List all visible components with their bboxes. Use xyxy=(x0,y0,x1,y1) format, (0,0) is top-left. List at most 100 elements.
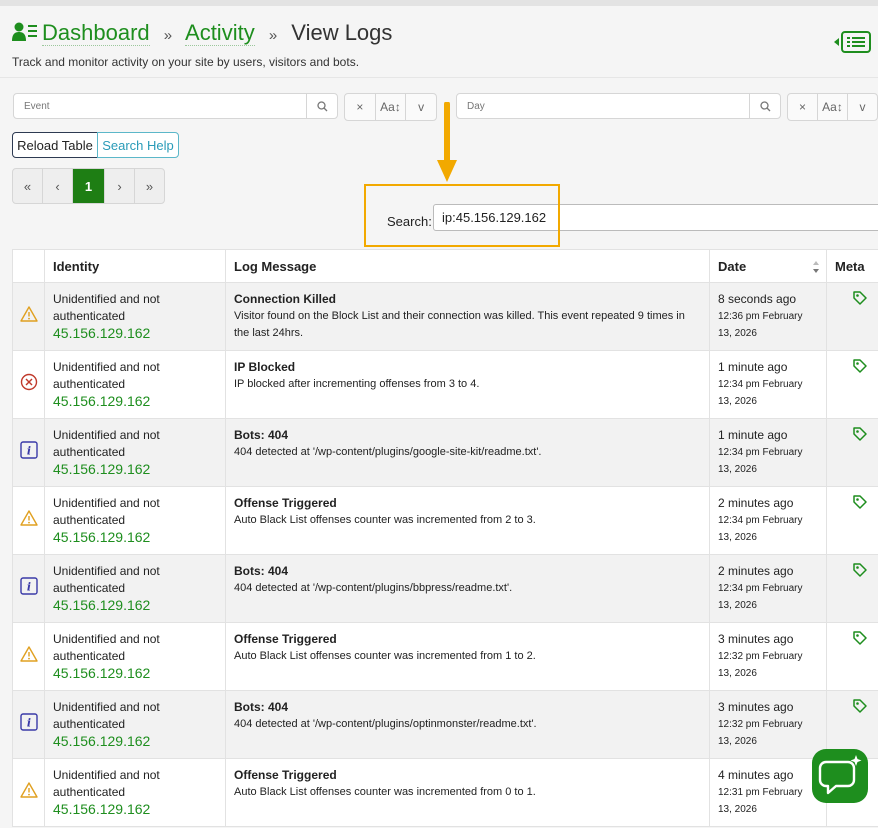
match-case-button[interactable]: Aa↕ xyxy=(818,94,848,120)
message-cell: Offense Triggered Auto Black List offense… xyxy=(225,486,710,555)
logs-table: Identity Log Message Date Meta Unidentif… xyxy=(12,249,878,827)
meta-cell xyxy=(826,622,878,691)
tag-icon[interactable] xyxy=(852,427,867,444)
message-title: Offense Triggered xyxy=(234,768,337,782)
message-body: Auto Black List offenses counter was inc… xyxy=(234,650,536,662)
date-cell: 2 minutes ago 12:34 pm February 13, 2026 xyxy=(709,486,827,555)
day-filter-input[interactable]: Day xyxy=(456,93,781,119)
identity-cell: Unidentified and not authenticated 45.156… xyxy=(44,486,226,555)
column-header-identity[interactable]: Identity xyxy=(44,249,226,283)
identity-cell: Unidentified and not authenticated 45.156… xyxy=(44,418,226,487)
sort-icon[interactable] xyxy=(812,260,820,277)
ip-address-link[interactable]: 45.156.129.162 xyxy=(53,665,217,682)
svg-text:i: i xyxy=(26,717,30,730)
meta-cell xyxy=(826,554,878,623)
message-body: Auto Black List offenses counter was inc… xyxy=(234,514,536,526)
ip-address-link[interactable]: 45.156.129.162 xyxy=(53,461,217,478)
prev-page-button[interactable]: ‹ xyxy=(43,169,73,203)
clear-filter-button[interactable]: × xyxy=(788,94,818,120)
ip-address-link[interactable]: 45.156.129.162 xyxy=(53,733,217,750)
table-row: Unidentified and not authenticated 45.156… xyxy=(12,622,878,691)
ip-address-link[interactable]: 45.156.129.162 xyxy=(53,325,217,342)
message-body: 404 detected at '/wp-content/plugins/opt… xyxy=(234,718,537,730)
identity-text: Unidentified and not authenticated xyxy=(53,700,160,731)
error-icon xyxy=(20,373,37,391)
reload-table-button[interactable]: Reload Table xyxy=(12,132,98,158)
tag-icon[interactable] xyxy=(852,563,867,580)
date-cell: 1 minute ago 12:34 pm February 13, 2026 xyxy=(709,350,827,419)
tag-icon[interactable] xyxy=(852,631,867,648)
breadcrumb-separator: » xyxy=(163,27,173,44)
last-page-button[interactable]: » xyxy=(135,169,164,203)
message-cell: Bots: 404 404 detected at '/wp-content/pl… xyxy=(225,690,710,759)
svg-text:i: i xyxy=(26,581,30,594)
identity-cell: Unidentified and not authenticated 45.156… xyxy=(44,350,226,419)
breadcrumb-dashboard[interactable]: Dashboard xyxy=(42,20,150,46)
list-toggle-icon[interactable] xyxy=(832,30,872,54)
divider xyxy=(0,77,878,78)
message-title: Connection Killed xyxy=(234,292,336,306)
date-cell: 3 minutes ago 12:32 pm February 13, 2026 xyxy=(709,690,827,759)
tag-icon[interactable] xyxy=(852,699,867,716)
message-cell: Connection Killed Visitor found on the Bl… xyxy=(225,282,710,351)
breadcrumb: Dashboard » Activity » View Logs xyxy=(42,20,392,46)
date-absolute: 12:32 pm February 13, 2026 xyxy=(718,719,803,747)
search-icon[interactable] xyxy=(749,94,780,118)
severity-cell: i xyxy=(12,418,45,487)
date-cell: 2 minutes ago 12:34 pm February 13, 2026 xyxy=(709,554,827,623)
top-bar xyxy=(0,0,878,6)
tag-icon[interactable] xyxy=(852,495,867,512)
identity-cell: Unidentified and not authenticated 45.156… xyxy=(44,758,226,827)
table-row: Unidentified and not authenticated 45.156… xyxy=(12,350,878,419)
ip-address-link[interactable]: 45.156.129.162 xyxy=(53,529,217,546)
ip-address-link[interactable]: 45.156.129.162 xyxy=(53,393,217,410)
identity-cell: Unidentified and not authenticated 45.156… xyxy=(44,622,226,691)
date-absolute: 12:32 pm February 13, 2026 xyxy=(718,651,803,679)
column-header-date[interactable]: Date xyxy=(709,249,827,283)
column-header-icon xyxy=(12,249,45,283)
date-relative: 1 minute ago xyxy=(718,428,788,442)
identity-cell: Unidentified and not authenticated 45.156… xyxy=(44,282,226,351)
filter-dropdown-button[interactable]: v xyxy=(848,94,877,120)
first-page-button[interactable]: « xyxy=(13,169,43,203)
tag-icon[interactable] xyxy=(852,359,867,376)
tag-icon[interactable] xyxy=(852,291,867,308)
meta-cell xyxy=(826,282,878,351)
page-title: View Logs xyxy=(291,20,393,45)
date-absolute: 12:36 pm February 13, 2026 xyxy=(718,311,803,339)
ip-address-link[interactable]: 45.156.129.162 xyxy=(53,801,217,818)
identity-text: Unidentified and not authenticated xyxy=(53,428,160,459)
event-filter-placeholder: Event xyxy=(24,101,50,112)
breadcrumb-activity[interactable]: Activity xyxy=(185,20,255,46)
column-header-message[interactable]: Log Message xyxy=(225,249,710,283)
date-relative: 3 minutes ago xyxy=(718,700,794,714)
filter-dropdown-button[interactable]: v xyxy=(406,94,436,120)
search-icon[interactable] xyxy=(306,94,337,118)
message-body: Visitor found on the Block List and thei… xyxy=(234,310,685,339)
clear-filter-button[interactable]: × xyxy=(345,94,376,120)
message-title: Bots: 404 xyxy=(234,428,289,442)
severity-cell: i xyxy=(12,690,45,759)
date-relative: 1 minute ago xyxy=(718,360,788,374)
ip-address-link[interactable]: 45.156.129.162 xyxy=(53,597,217,614)
date-absolute: 12:34 pm February 13, 2026 xyxy=(718,583,803,611)
date-cell: 8 seconds ago 12:36 pm February 13, 2026 xyxy=(709,282,827,351)
meta-cell xyxy=(826,486,878,555)
search-help-button[interactable]: Search Help xyxy=(97,132,179,158)
column-header-meta: Meta xyxy=(826,249,878,283)
next-page-button[interactable]: › xyxy=(105,169,135,203)
identity-text: Unidentified and not authenticated xyxy=(53,496,160,527)
date-relative: 3 minutes ago xyxy=(718,632,794,646)
match-case-button[interactable]: Aa↕ xyxy=(376,94,407,120)
date-absolute: 12:34 pm February 13, 2026 xyxy=(718,379,803,407)
meta-cell xyxy=(826,418,878,487)
page-1-button[interactable]: 1 xyxy=(73,169,105,203)
severity-cell: i xyxy=(12,554,45,623)
down-arrow-icon xyxy=(436,101,458,189)
message-title: IP Blocked xyxy=(234,360,296,374)
table-row: i Unidentified and not authenticated 45.15… xyxy=(12,554,878,623)
chat-icon[interactable] xyxy=(812,749,868,803)
table-row: i Unidentified and not authenticated 45.15… xyxy=(12,418,878,487)
event-filter-input[interactable]: Event xyxy=(13,93,338,119)
identity-text: Unidentified and not authenticated xyxy=(53,632,160,663)
